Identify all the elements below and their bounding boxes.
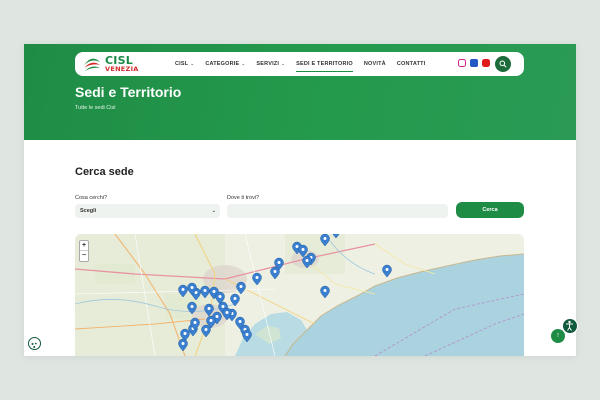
category-select[interactable]: Scegli ⌄ <box>75 204 220 218</box>
section-title: Cerca sede <box>75 166 134 178</box>
page: CISL VENEZIA CISL ⌄ CATEGORIE ⌄ SERVIZI ⌄ S… <box>24 44 576 356</box>
map-zoom-control: + − <box>79 240 89 262</box>
map-marker-dot <box>193 321 197 324</box>
main-menu: CISL ⌄ CATEGORIE ⌄ SERVIZI ⌄ SEDI E TERRITO… <box>175 52 436 76</box>
chevron-down-icon: ⌄ <box>241 61 246 66</box>
breadcrumb[interactable]: Tutte le sedi Cisl <box>75 105 115 111</box>
map-marker-dot <box>323 237 327 240</box>
back-to-top-button[interactable]: ↑ <box>551 329 565 343</box>
map-marker-dot <box>218 295 222 298</box>
map-marker-dot <box>385 268 389 271</box>
zoom-out-button[interactable]: − <box>80 251 88 261</box>
map-marker-dot <box>190 305 194 308</box>
map-marker-dot <box>215 315 219 318</box>
map-marker-dot <box>323 289 327 292</box>
map-marker-dot <box>233 297 237 300</box>
map-marker-dot <box>207 307 211 310</box>
search-icon <box>499 60 507 68</box>
map-canvas[interactable] <box>75 234 524 356</box>
where-label: Dove ti trovi? <box>227 195 260 201</box>
location-input[interactable] <box>227 204 448 218</box>
menu-item-sedi-territorio[interactable]: SEDI E TERRITORIO <box>296 52 353 76</box>
map-marker-dot <box>190 286 194 289</box>
instagram-icon[interactable] <box>458 59 466 67</box>
map-marker-dot <box>204 328 208 331</box>
cookie-button[interactable] <box>28 337 41 350</box>
menu-item-label: CONTATTI <box>396 61 426 67</box>
chevron-down-icon: ⌄ <box>281 61 286 66</box>
menu-item-categorie[interactable]: CATEGORIE ⌄ <box>205 52 245 76</box>
accessibility-icon <box>566 320 573 331</box>
search-submit-button[interactable]: Cerca <box>456 202 524 218</box>
map-marker-dot <box>181 342 185 345</box>
map-marker-dot <box>238 320 242 323</box>
menu-item-label: SEDI E TERRITORIO <box>296 61 353 67</box>
facebook-icon[interactable] <box>470 59 478 67</box>
menu-item-servizi[interactable]: SERVIZI ⌄ <box>256 52 285 76</box>
menu-item-label: SERVIZI <box>256 61 280 67</box>
map-marker-dot <box>255 276 259 279</box>
logo[interactable]: CISL VENEZIA <box>83 54 147 73</box>
social-links <box>458 59 490 67</box>
map-marker-dot <box>212 290 216 293</box>
menu-item-cisl[interactable]: CISL ⌄ <box>175 52 194 76</box>
chevron-down-icon: ⌄ <box>211 208 216 214</box>
map-marker-dot <box>183 332 187 335</box>
menu-item-label: NOVITÀ <box>363 61 386 67</box>
what-label: Cosa cerchi? <box>75 195 108 201</box>
map-marker-dot <box>225 311 229 314</box>
navbar: CISL VENEZIA CISL ⌄ CATEGORIE ⌄ SERVIZI ⌄ S… <box>75 52 524 76</box>
menu-item-novita[interactable]: NOVITÀ <box>364 52 386 76</box>
search-button[interactable] <box>495 56 511 72</box>
cookie-icon <box>31 342 37 348</box>
page-title: Sedi e Territorio <box>75 84 182 100</box>
menu-item-contatti[interactable]: CONTATTI <box>397 52 426 76</box>
map-marker-dot <box>181 288 185 291</box>
accessibility-button[interactable] <box>562 318 578 334</box>
map-marker-dot <box>209 319 213 322</box>
zoom-in-button[interactable]: + <box>80 241 88 251</box>
menu-item-label: CATEGORIE <box>205 61 240 67</box>
map-marker-dot <box>203 289 207 292</box>
map-marker-dot <box>277 261 281 264</box>
youtube-icon[interactable] <box>482 59 490 67</box>
arrow-up-icon: ↑ <box>556 332 560 339</box>
map-marker-dot <box>295 245 299 248</box>
hero-banner: CISL VENEZIA CISL ⌄ CATEGORIE ⌄ SERVIZI ⌄ S… <box>24 44 576 140</box>
map-marker-dot <box>305 259 309 262</box>
map-marker-dot <box>239 285 243 288</box>
logo-subbrand: VENEZIA <box>105 65 139 73</box>
category-select-value: Scegli <box>80 208 97 214</box>
map[interactable]: + − <box>75 234 524 356</box>
map-marker-dot <box>221 305 225 308</box>
map-marker-dot <box>273 270 277 273</box>
cisl-logo-icon <box>84 58 100 71</box>
menu-item-label: CISL <box>175 61 189 67</box>
chevron-down-icon: ⌄ <box>190 61 195 66</box>
map-marker-dot <box>301 248 305 251</box>
map-marker-dot <box>245 333 249 336</box>
